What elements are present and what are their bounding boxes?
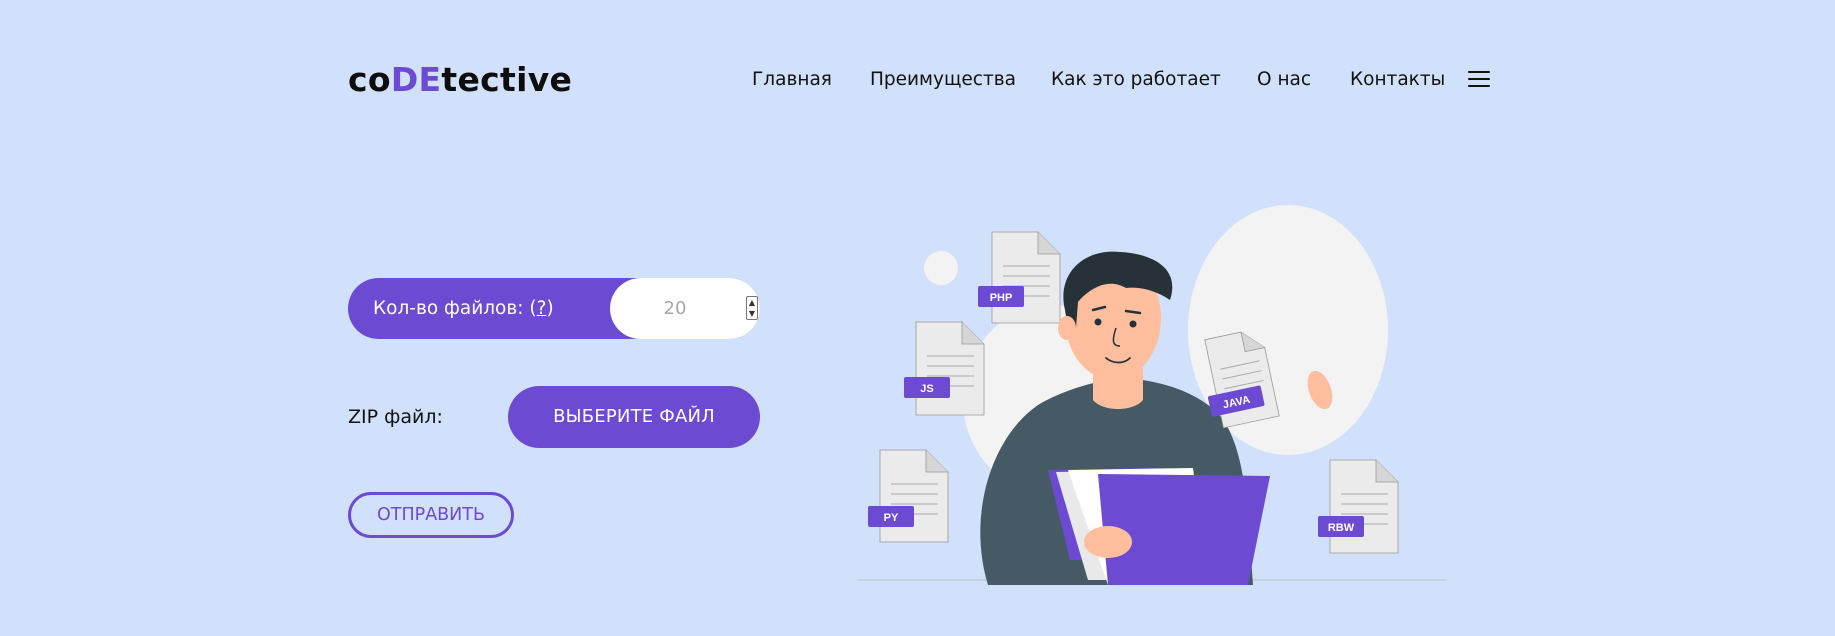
submit-button[interactable]: ОТПРАВИТЬ (348, 492, 514, 538)
nav-item-contacts[interactable]: Контакты (1350, 58, 1445, 102)
tag-py: PY (884, 512, 899, 524)
nav-item-about[interactable]: О нас (1257, 58, 1311, 102)
tag-js: JS (920, 383, 933, 395)
spinner-down-icon[interactable]: ▼ (747, 308, 757, 319)
doc-py-icon: PY (868, 449, 949, 543)
choose-file-button[interactable]: ВЫБЕРИТЕ ФАЙЛ (508, 386, 760, 448)
nav-item-how-it-works[interactable]: Как это работает (1051, 58, 1221, 102)
hamburger-menu-icon[interactable] (1468, 70, 1490, 88)
site-header: coDEtective Главная Преимущества Как это… (348, 58, 1490, 102)
number-spinner-icon[interactable]: ▲ ▼ (746, 296, 758, 320)
doc-rbw-icon: RBW (1318, 459, 1399, 554)
file-count-input[interactable] (610, 278, 760, 339)
zip-file-label: ZIP файл: (348, 406, 443, 428)
spinner-up-icon[interactable]: ▲ (747, 297, 757, 308)
doc-php-icon: PHP (978, 231, 1061, 324)
main-nav: Главная Преимущества Как это работает О … (348, 58, 1490, 102)
file-count-label: Кол-во файлов: (?) (373, 298, 554, 319)
file-count-field: Кол-во файлов: (?) ▲ ▼ (348, 278, 760, 339)
bg-dot (924, 251, 958, 285)
help-link[interactable]: ? (537, 298, 547, 319)
tag-rbw: RBW (1328, 522, 1355, 534)
doc-js-icon: JS (904, 321, 985, 416)
nav-item-advantages[interactable]: Преимущества (870, 58, 1016, 102)
tag-php: PHP (990, 292, 1013, 304)
developer-illustration: PHP JS PY RBW JAVA (858, 205, 1446, 585)
upload-form: Кол-во файлов: (?) ▲ ▼ ZIP файл: ВЫБЕРИТ… (348, 278, 760, 542)
nav-item-home[interactable]: Главная (752, 58, 832, 102)
